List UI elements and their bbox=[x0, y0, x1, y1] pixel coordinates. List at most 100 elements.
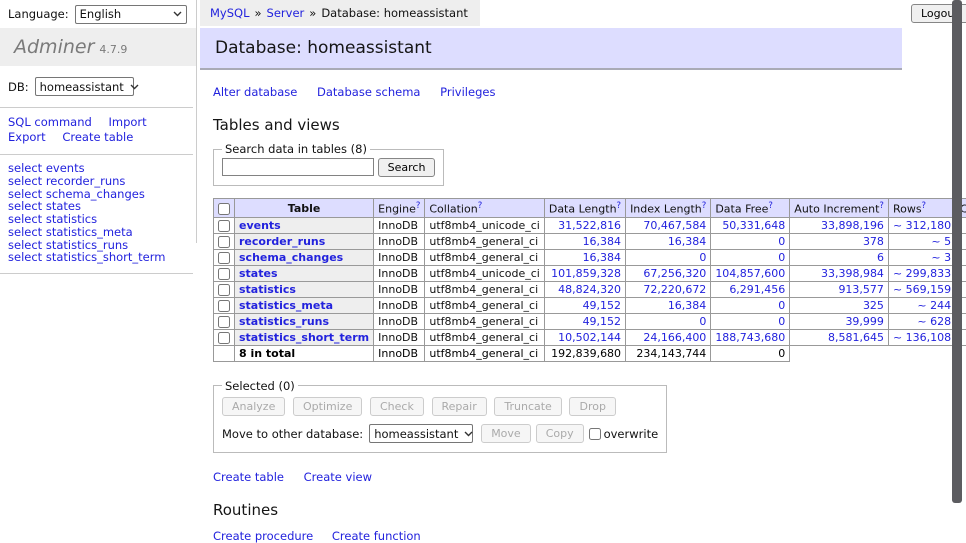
auto-increment-link[interactable]: 33,398,984 bbox=[821, 267, 884, 280]
search-input[interactable] bbox=[222, 158, 374, 176]
sidebar-link-import[interactable]: Import bbox=[108, 115, 146, 129]
table-link[interactable]: statistics_runs bbox=[239, 315, 329, 328]
tables-tbody: eventsInnoDButf8mb4_unicode_ci31,522,816… bbox=[214, 217, 966, 345]
data-length-link[interactable]: 16,384 bbox=[583, 235, 622, 248]
auto-increment-link[interactable]: 325 bbox=[863, 299, 884, 312]
index-length-link[interactable]: 72,220,672 bbox=[643, 283, 706, 296]
data-free-link[interactable]: 0 bbox=[778, 315, 785, 328]
search-button[interactable]: Search bbox=[378, 158, 436, 177]
help-link[interactable]: ? bbox=[702, 201, 707, 211]
breadcrumb-link-mysql[interactable]: MySQL bbox=[210, 6, 250, 20]
index-length-link[interactable]: 24,166,400 bbox=[643, 331, 706, 344]
optimize-button[interactable]: Optimize bbox=[293, 397, 362, 416]
create-function-link[interactable]: Create function bbox=[332, 529, 421, 543]
data-length-link[interactable]: 49,152 bbox=[583, 299, 622, 312]
data-free-link[interactable]: 0 bbox=[778, 235, 785, 248]
auto-increment-link[interactable]: 8,581,645 bbox=[828, 331, 884, 344]
help-link[interactable]: ? bbox=[617, 201, 622, 211]
rows-link[interactable]: ~ 569,159 bbox=[893, 283, 951, 296]
data-length-link[interactable]: 101,859,328 bbox=[551, 267, 621, 280]
vertical-scrollbar[interactable] bbox=[952, 0, 962, 503]
index-length-link[interactable]: 0 bbox=[699, 251, 706, 264]
overwrite-checkbox[interactable] bbox=[589, 428, 601, 440]
auto-increment-cell: 6 bbox=[790, 249, 889, 265]
index-length-link[interactable]: 0 bbox=[699, 315, 706, 328]
table-name-cell: statistics_short_term bbox=[235, 329, 374, 345]
create-view-link[interactable]: Create view bbox=[304, 470, 372, 484]
data-free-link[interactable]: 0 bbox=[778, 251, 785, 264]
row-checkbox[interactable] bbox=[218, 268, 230, 280]
move-db-select[interactable]: homeassistant bbox=[369, 424, 473, 443]
truncate-button[interactable]: Truncate bbox=[494, 397, 561, 416]
auto-increment-link[interactable]: 913,577 bbox=[838, 283, 884, 296]
rows-link[interactable]: ~ 5 bbox=[931, 235, 951, 248]
table-link[interactable]: statistics_short_term bbox=[239, 331, 369, 344]
index-length-link[interactable]: 16,384 bbox=[668, 235, 707, 248]
auto-increment-link[interactable]: 6 bbox=[877, 251, 884, 264]
select-all-checkbox[interactable] bbox=[218, 203, 230, 215]
sidebar-link-sql-command[interactable]: SQL command bbox=[8, 115, 92, 129]
data-free-link[interactable]: 50,331,648 bbox=[722, 219, 785, 232]
data-length-link[interactable]: 10,502,144 bbox=[558, 331, 621, 344]
help-link[interactable]: ? bbox=[879, 201, 884, 211]
check-button[interactable]: Check bbox=[370, 397, 424, 416]
language-select[interactable]: English bbox=[75, 5, 187, 24]
auto-increment-link[interactable]: 378 bbox=[863, 235, 884, 248]
data-length-link[interactable]: 16,384 bbox=[583, 251, 622, 264]
rows-link[interactable]: ~ 136,108 bbox=[893, 331, 951, 344]
rows-link[interactable]: ~ 299,833 bbox=[893, 267, 951, 280]
table-link[interactable]: statistics_meta bbox=[239, 299, 333, 312]
sidebar-select-link[interactable]: select statistics_meta bbox=[8, 226, 196, 239]
sidebar-select-link[interactable]: select statistics bbox=[8, 213, 196, 226]
table-link[interactable]: schema_changes bbox=[239, 251, 343, 264]
db-select[interactable]: homeassistant bbox=[35, 77, 134, 96]
help-link[interactable]: ? bbox=[922, 201, 927, 211]
row-checkbox[interactable] bbox=[218, 236, 230, 248]
alter-database-link[interactable]: Alter database bbox=[213, 85, 297, 99]
table-link[interactable]: statistics bbox=[239, 283, 296, 296]
row-checkbox[interactable] bbox=[218, 284, 230, 296]
create-table-link[interactable]: Create table bbox=[213, 470, 284, 484]
database-schema-link[interactable]: Database schema bbox=[317, 85, 420, 99]
create-procedure-link[interactable]: Create procedure bbox=[213, 529, 313, 543]
row-checkbox[interactable] bbox=[218, 332, 230, 344]
repair-button[interactable]: Repair bbox=[432, 397, 487, 416]
data-free-link[interactable]: 0 bbox=[778, 299, 785, 312]
privileges-link[interactable]: Privileges bbox=[440, 85, 495, 99]
col-header-data-free: Data Free? bbox=[711, 199, 790, 218]
index-length-link[interactable]: 16,384 bbox=[668, 299, 707, 312]
row-checkbox[interactable] bbox=[218, 300, 230, 312]
table-link[interactable]: events bbox=[239, 219, 281, 232]
sidebar-select-link[interactable]: select statistics_short_term bbox=[8, 251, 196, 264]
analyze-button[interactable]: Analyze bbox=[222, 397, 285, 416]
help-link[interactable]: ? bbox=[416, 201, 421, 211]
breadcrumb-link-server[interactable]: Server bbox=[267, 6, 305, 20]
data-length-link[interactable]: 48,824,320 bbox=[558, 283, 621, 296]
help-link[interactable]: ? bbox=[768, 201, 773, 211]
move-button[interactable]: Move bbox=[481, 424, 531, 443]
data-free-link[interactable]: 188,743,680 bbox=[715, 331, 785, 344]
data-length-link[interactable]: 49,152 bbox=[583, 315, 622, 328]
row-checkbox[interactable] bbox=[218, 252, 230, 264]
row-checkbox[interactable] bbox=[218, 220, 230, 232]
row-checkbox[interactable] bbox=[218, 316, 230, 328]
drop-button[interactable]: Drop bbox=[569, 397, 615, 416]
data-length-link[interactable]: 31,522,816 bbox=[558, 219, 621, 232]
copy-button[interactable]: Copy bbox=[536, 424, 584, 443]
rows-link[interactable]: ~ 3 bbox=[931, 251, 951, 264]
auto-increment-link[interactable]: 39,999 bbox=[845, 315, 884, 328]
table-link[interactable]: states bbox=[239, 267, 278, 280]
table-link[interactable]: recorder_runs bbox=[239, 235, 325, 248]
index-length-link[interactable]: 70,467,584 bbox=[643, 219, 706, 232]
sidebar-link-export[interactable]: Export bbox=[8, 130, 46, 144]
rows-link[interactable]: ~ 244 bbox=[917, 299, 951, 312]
sidebar-link-create-table[interactable]: Create table bbox=[62, 130, 133, 144]
sidebar-select-link[interactable]: select recorder_runs bbox=[8, 175, 196, 188]
rows-link[interactable]: ~ 628 bbox=[917, 315, 951, 328]
help-link[interactable]: ? bbox=[478, 201, 483, 211]
rows-link[interactable]: ~ 312,180 bbox=[893, 219, 951, 232]
data-free-link[interactable]: 104,857,600 bbox=[715, 267, 785, 280]
index-length-link[interactable]: 67,256,320 bbox=[643, 267, 706, 280]
data-free-link[interactable]: 6,291,456 bbox=[729, 283, 785, 296]
auto-increment-link[interactable]: 33,898,196 bbox=[821, 219, 884, 232]
